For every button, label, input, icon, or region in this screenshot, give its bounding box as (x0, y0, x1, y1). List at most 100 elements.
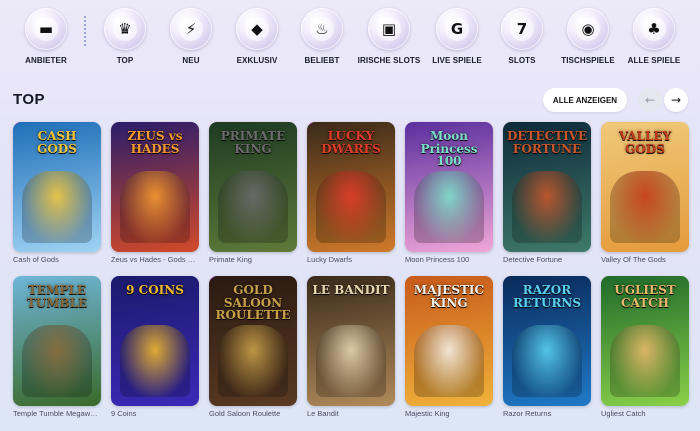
category-label: TOP (116, 56, 134, 65)
arrow-right-icon[interactable]: → (664, 88, 688, 112)
game-logo: 9 COINS (126, 283, 184, 297)
show-all-button[interactable]: ALLE ANZEIGEN (543, 88, 627, 112)
game-title[interactable]: Ugliest Catch (601, 409, 689, 418)
game-title[interactable]: Detective Fortune (503, 255, 591, 264)
game-thumbnail[interactable]: PRIMATE KING (209, 122, 297, 252)
game-tile[interactable]: TEMPLE TUMBLE Temple Tumble Megaways (13, 276, 101, 418)
game-thumbnail[interactable]: Moon Princess 100 (405, 122, 493, 252)
game-logo: GOLD SALOON ROULETTE (215, 283, 291, 323)
category-disc: ♨ (301, 8, 343, 50)
game-thumbnail[interactable]: CASH GODS (13, 122, 101, 252)
game-character-art (217, 171, 289, 243)
game-title[interactable]: Majestic King (405, 409, 493, 418)
game-logo: RAZOR RETURNS (512, 283, 582, 310)
category-disc: ◉ (567, 8, 609, 50)
game-title[interactable]: Cash of Gods (13, 255, 101, 264)
game-character-art (21, 171, 93, 243)
category-live-spiele[interactable]: G LIVE SPIELE (420, 8, 494, 72)
category-disc: G (436, 8, 478, 50)
category-label: BELIEBT (304, 56, 340, 65)
game-thumbnail[interactable]: VALLEY GODS (601, 122, 689, 252)
game-logo: DETECTIVE FORTUNE (507, 129, 588, 156)
game-tile[interactable]: LUCKY DWARFS Lucky Dwarfs (307, 122, 395, 264)
game-character-art (315, 171, 387, 243)
game-character-art (511, 171, 583, 243)
game-thumbnail[interactable]: DETECTIVE FORTUNE (503, 122, 591, 252)
fire-icon: ♨ (315, 19, 329, 38)
leprechaun-hat-icon: ▣ (381, 19, 397, 38)
game-tile[interactable]: VALLEY GODS Valley Of The Gods (601, 122, 689, 264)
game-title[interactable]: 9 Coins (111, 409, 199, 418)
game-logo: CASH GODS (37, 129, 77, 156)
game-title[interactable]: Razor Returns (503, 409, 591, 418)
category-disc: ♣ (633, 8, 675, 50)
category-label: EXKLUSIV (236, 56, 278, 65)
game-logo: TEMPLE TUMBLE (26, 283, 88, 310)
category-divider (84, 16, 86, 46)
game-tile[interactable]: UGLIEST CATCH Ugliest Catch (601, 276, 689, 418)
game-tile[interactable]: Moon Princess 100 Moon Princess 100 (405, 122, 493, 264)
category-alle-spiele[interactable]: ♣ ALLE SPIELE (617, 8, 691, 72)
game-title[interactable]: Primate King (209, 255, 297, 264)
game-thumbnail[interactable]: MAJESTIC KING (405, 276, 493, 406)
game-title[interactable]: Zeus vs Hades - Gods of War (111, 255, 199, 264)
category-label: NEU (182, 56, 200, 65)
game-thumbnail[interactable]: LUCKY DWARFS (307, 122, 395, 252)
game-thumbnail[interactable]: LE BANDIT (307, 276, 395, 406)
game-thumbnail[interactable]: ZEUS vs HADES (111, 122, 199, 252)
game-logo: UGLIEST CATCH (614, 283, 676, 310)
category-slots[interactable]: 7 SLOTS (485, 8, 559, 72)
game-tile[interactable]: DETECTIVE FORTUNE Detective Fortune (503, 122, 591, 264)
game-logo: LUCKY DWARFS (321, 129, 381, 156)
category-disc: ▣ (368, 8, 410, 50)
game-tile[interactable]: PRIMATE KING Primate King (209, 122, 297, 264)
game-character-art (21, 325, 93, 397)
category-irische-slots[interactable]: ▣ IRISCHE SLOTS (352, 8, 426, 72)
game-title[interactable]: Valley Of The Gods (601, 255, 689, 264)
category-neu[interactable]: ⚡ NEU (154, 8, 228, 72)
game-logo: PRIMATE KING (220, 129, 286, 156)
game-character-art (511, 325, 583, 397)
category-beliebt[interactable]: ♨ BELIEBT (285, 8, 359, 72)
cherries-icon: ♣ (647, 19, 661, 38)
game-thumbnail[interactable]: UGLIEST CATCH (601, 276, 689, 406)
game-title[interactable]: Lucky Dwarfs (307, 255, 395, 264)
live-casino-chip-icon: G (450, 19, 464, 38)
arrow-left-icon[interactable]: ← (638, 88, 662, 112)
game-thumbnail[interactable]: TEMPLE TUMBLE (13, 276, 101, 406)
category-disc: 7 (501, 8, 543, 50)
game-logo: VALLEY GODS (618, 129, 672, 156)
game-character-art (217, 325, 289, 397)
crown-icon: ♛ (118, 19, 132, 38)
game-character-art (315, 325, 387, 397)
game-title[interactable]: Le Bandit (307, 409, 395, 418)
game-title[interactable]: Temple Tumble Megaways (13, 409, 101, 418)
category-exklusiv[interactable]: ◆ EXKLUSIV (220, 8, 294, 72)
game-tile[interactable]: 9 COINS 9 Coins (111, 276, 199, 418)
game-character-art (119, 171, 191, 243)
game-logo: LE BANDIT (312, 283, 390, 297)
game-tile[interactable]: LE BANDIT Le Bandit (307, 276, 395, 418)
game-tile[interactable]: MAJESTIC KING Majestic King (405, 276, 493, 418)
game-thumbnail[interactable]: RAZOR RETURNS (503, 276, 591, 406)
category-tischspiele[interactable]: ◉ TISCHSPIELE (551, 8, 625, 72)
game-tile[interactable]: GOLD SALOON ROULETTE Gold Saloon Roulette (209, 276, 297, 418)
game-title[interactable]: Moon Princess 100 (405, 255, 493, 264)
game-thumbnail[interactable]: 9 COINS (111, 276, 199, 406)
game-character-art (413, 325, 485, 397)
category-disc: ▬ (25, 8, 67, 50)
category-label: LIVE SPIELE (432, 56, 482, 65)
game-thumbnail[interactable]: GOLD SALOON ROULETTE (209, 276, 297, 406)
category-top[interactable]: ♛ TOP (88, 8, 162, 72)
game-tile[interactable]: RAZOR RETURNS Razor Returns (503, 276, 591, 418)
folder-icon: ▬ (38, 19, 54, 38)
game-character-art (609, 325, 681, 397)
game-tile[interactable]: CASH GODS Cash of Gods (13, 122, 101, 264)
category-anbieter[interactable]: ▬ ANBIETER (9, 8, 83, 72)
category-disc: ♛ (104, 8, 146, 50)
category-bar: ▬ ANBIETER ♛ TOP ⚡ NEU ◆ EXKLUSIV ♨ BELIEBT ▣ IRISC… (0, 8, 700, 72)
game-tile[interactable]: ZEUS vs HADES Zeus vs Hades - Gods of War (111, 122, 199, 264)
game-title[interactable]: Gold Saloon Roulette (209, 409, 297, 418)
game-logo: ZEUS vs HADES (127, 129, 183, 156)
category-label: SLOTS (508, 56, 536, 65)
